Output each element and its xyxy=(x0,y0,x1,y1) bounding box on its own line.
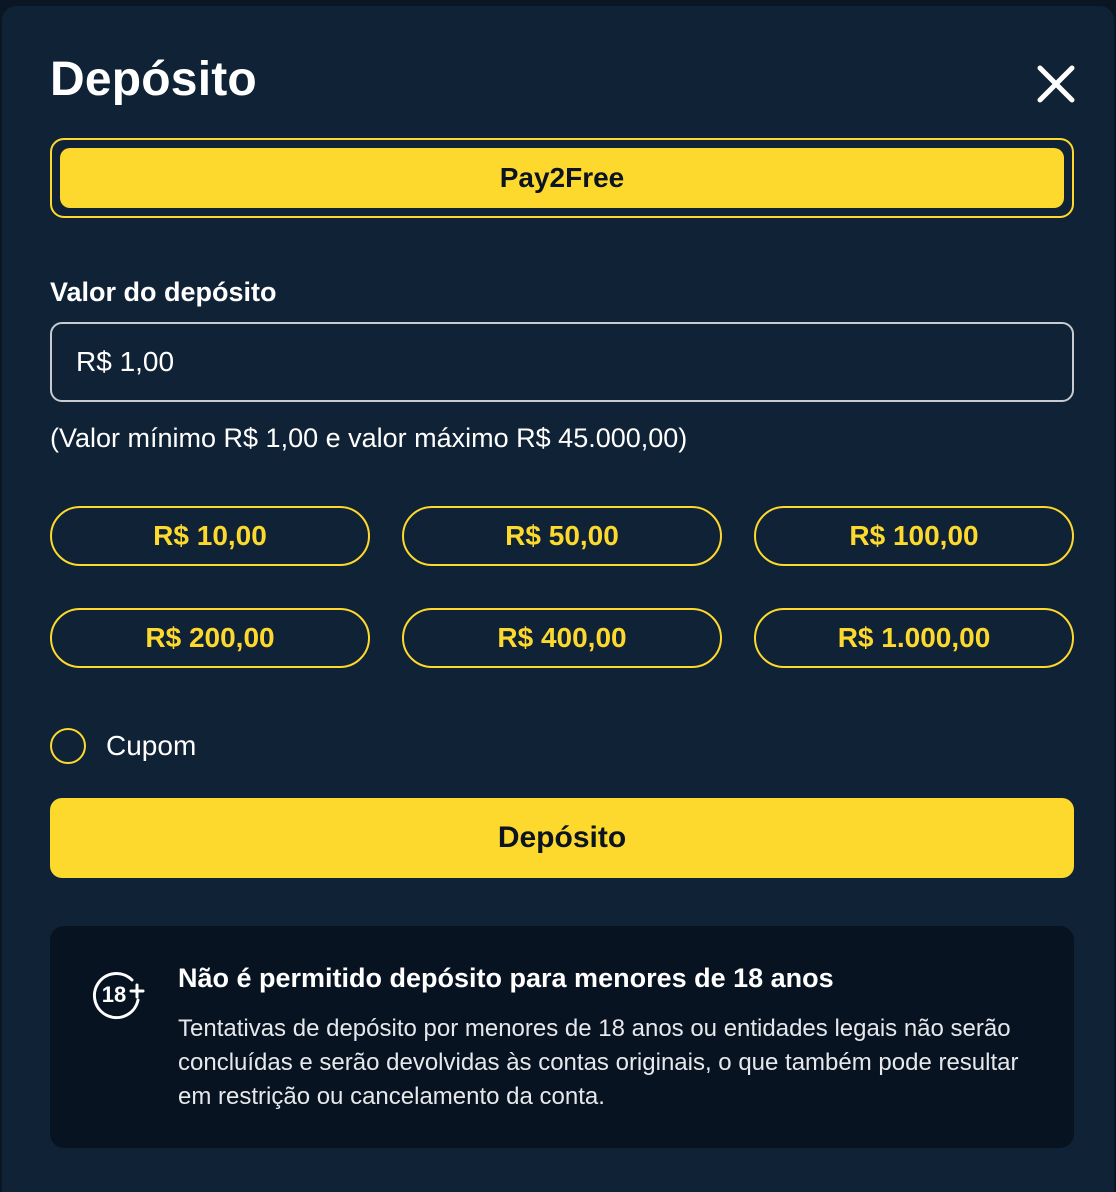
modal-title: Depósito xyxy=(50,53,257,106)
deposit-modal: Depósito Pay2Free Valor do depósito (Val… xyxy=(2,6,1114,1192)
coupon-radio[interactable] xyxy=(50,728,86,764)
payment-method-group: Pay2Free xyxy=(50,138,1074,218)
age-icon-number: 18 xyxy=(102,982,126,1007)
age-18-plus-icon: 18 xyxy=(92,972,145,1020)
quick-amount-button[interactable]: R$ 1.000,00 xyxy=(754,608,1074,668)
quick-amount-button[interactable]: R$ 10,00 xyxy=(50,506,370,566)
quick-amount-button[interactable]: R$ 50,00 xyxy=(402,506,722,566)
payment-method-pay2free[interactable]: Pay2Free xyxy=(60,148,1064,208)
age-restriction-notice: 18 Não é permitido depósito para menores… xyxy=(50,926,1074,1148)
notice-body: Tentativas de depósito por menores de 18… xyxy=(178,1015,1019,1110)
coupon-option[interactable]: Cupom xyxy=(50,726,196,766)
coupon-label: Cupom xyxy=(106,730,197,761)
close-button[interactable] xyxy=(1034,62,1078,106)
amount-limits-text: (Valor mínimo R$ 1,00 e valor máximo R$ … xyxy=(50,423,688,453)
amount-input[interactable] xyxy=(50,322,1074,402)
quick-amount-button[interactable]: R$ 200,00 xyxy=(50,608,370,668)
quick-amount-grid: R$ 10,00 R$ 50,00 R$ 100,00 R$ 200,00 R$… xyxy=(50,506,1074,668)
notice-title: Não é permitido depósito para menores de… xyxy=(178,963,834,993)
quick-amount-button[interactable]: R$ 400,00 xyxy=(402,608,722,668)
deposit-submit-button[interactable]: Depósito xyxy=(50,798,1074,878)
quick-amount-button[interactable]: R$ 100,00 xyxy=(754,506,1074,566)
amount-label: Valor do depósito xyxy=(50,277,277,307)
close-icon xyxy=(1037,65,1075,103)
